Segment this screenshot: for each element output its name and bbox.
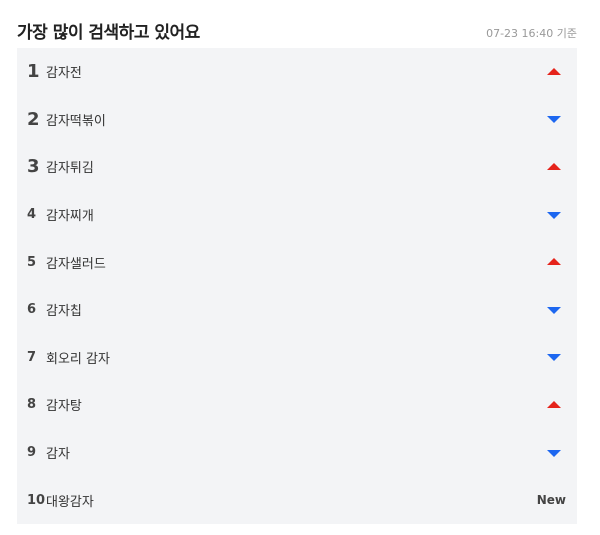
rank-number: 8 bbox=[27, 397, 37, 413]
keyword-link[interactable]: 감자튀김 bbox=[46, 157, 94, 176]
ranking-item[interactable]: 1 감자전 bbox=[17, 48, 577, 96]
rank-number: 2 bbox=[27, 108, 40, 130]
header: 가장 많이 검색하고 있어요 07-23 16:40 기준 bbox=[17, 18, 577, 44]
keyword-link[interactable]: 감자찌개 bbox=[46, 205, 94, 224]
keyword-link[interactable]: 감자떡볶이 bbox=[46, 110, 106, 129]
keyword-link[interactable]: 감자탕 bbox=[46, 395, 82, 414]
rank-number: 6 bbox=[27, 302, 37, 318]
rank-number: 9 bbox=[27, 445, 37, 461]
ranking-item[interactable]: 10 대왕감자 New bbox=[17, 476, 577, 524]
trend-down-icon bbox=[547, 211, 561, 219]
trend-down-icon bbox=[547, 354, 561, 362]
new-badge: New bbox=[536, 493, 566, 508]
keyword-link[interactable]: 대왕감자 bbox=[46, 491, 94, 510]
keyword-link[interactable]: 감자 bbox=[46, 443, 70, 462]
ranking-item[interactable]: 6 감자칩 bbox=[17, 286, 577, 334]
keyword-link[interactable]: 감자전 bbox=[46, 62, 82, 81]
ranking-item[interactable]: 7 회오리 감자 bbox=[17, 334, 577, 382]
keyword-link[interactable]: 감자칩 bbox=[46, 300, 82, 319]
trend-down-icon bbox=[547, 116, 561, 124]
ranking-list: 1 감자전 2 감자떡볶이 3 감자튀김 4 감자찌개 5 감자샐러드 6 감자칩 7 회오리 감자 8 감자… bbox=[17, 48, 577, 524]
trend-up-icon bbox=[547, 67, 561, 75]
rank-number: 1 bbox=[27, 61, 40, 83]
trend-down-icon bbox=[547, 449, 561, 457]
rank-number: 4 bbox=[27, 207, 37, 223]
keyword-link[interactable]: 감자샐러드 bbox=[46, 253, 106, 272]
trend-up-icon bbox=[547, 162, 561, 170]
ranking-item[interactable]: 8 감자탕 bbox=[17, 381, 577, 429]
rank-number: 5 bbox=[27, 254, 37, 270]
ranking-item[interactable]: 3 감자튀김 bbox=[17, 143, 577, 191]
rank-number: 10 bbox=[27, 492, 46, 508]
ranking-item[interactable]: 4 감자찌개 bbox=[17, 191, 577, 239]
trend-up-icon bbox=[547, 258, 561, 266]
trend-down-icon bbox=[547, 306, 561, 314]
section-title: 가장 많이 검색하고 있어요 bbox=[17, 23, 200, 43]
ranking-item[interactable]: 2 감자떡볶이 bbox=[17, 96, 577, 144]
trend-up-icon bbox=[547, 400, 561, 408]
rank-number: 3 bbox=[27, 156, 40, 178]
rank-number: 7 bbox=[27, 349, 37, 365]
ranking-item[interactable]: 5 감자샐러드 bbox=[17, 238, 577, 286]
timestamp: 07-23 16:40 기준 bbox=[486, 27, 577, 40]
ranking-item[interactable]: 9 감자 bbox=[17, 429, 577, 477]
keyword-link[interactable]: 회오리 감자 bbox=[46, 348, 110, 367]
